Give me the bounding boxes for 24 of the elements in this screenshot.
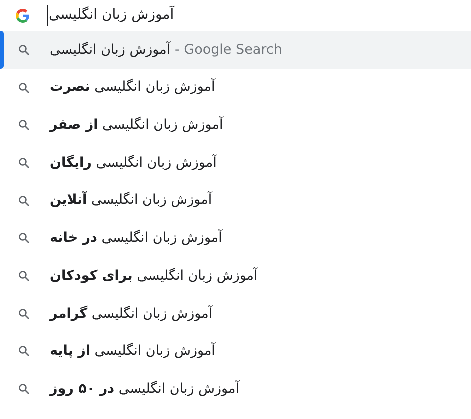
google-logo-icon — [16, 8, 30, 22]
search-field[interactable]: آموزش زبان انگلیسی — [47, 5, 174, 26]
suggestion-text: آموزش زبان انگلیسی گرامر — [50, 304, 213, 324]
search-icon — [18, 156, 30, 169]
search-icon — [18, 44, 30, 56]
search-icon — [18, 345, 30, 358]
search-icon — [18, 82, 30, 94]
suggestion-text: آموزش زبان انگلیسی رایگان — [50, 154, 217, 173]
suggestion-text: آموزش زبان انگلیسی — [50, 40, 171, 60]
suggestion-suffix: - Google Search — [174, 40, 282, 60]
suggestion-text: آموزش زبان انگلیسی برای کودکان — [50, 266, 258, 286]
search-icon — [18, 194, 30, 207]
search-icon — [18, 308, 30, 320]
search-icon — [18, 232, 30, 244]
search-icon — [18, 383, 30, 396]
suggestion-text: آموزش زبان انگلیسی آنلاین — [50, 190, 212, 210]
search-icon — [18, 270, 30, 282]
selection-bar — [0, 31, 4, 69]
suggestion-text: آموزش زبان انگلیسی نصرت — [50, 78, 216, 98]
suggestion-text: آموزش زبان انگلیسی از پایه — [50, 342, 216, 362]
suggestion-text: آموزش زبان انگلیسی در خانه — [50, 228, 222, 248]
suggestion-text: آموزش زبان انگلیسی از صفر — [50, 116, 224, 136]
search-icon — [18, 119, 30, 132]
suggestion-text: آموزش زبان انگلیسی در ۵۰ روز — [50, 380, 240, 399]
